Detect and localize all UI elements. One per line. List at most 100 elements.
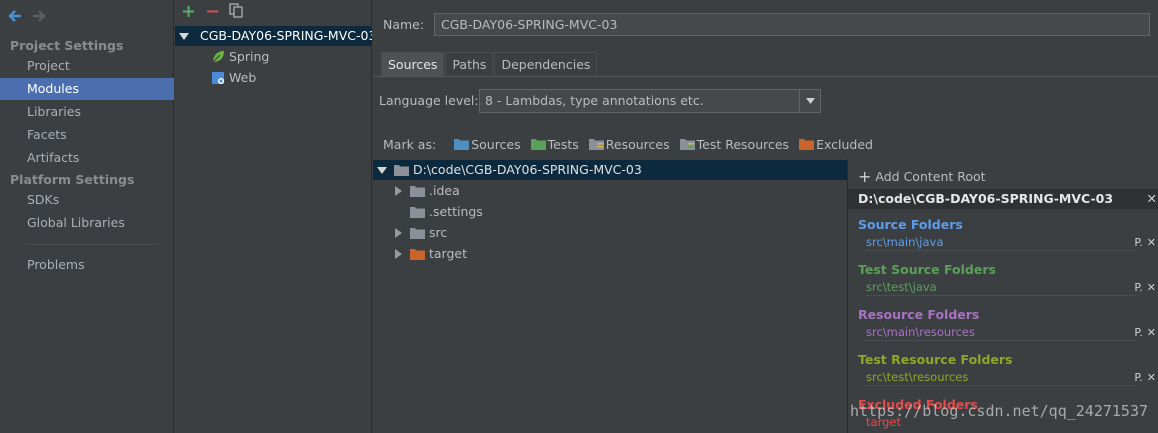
nav-item-global-libraries[interactable]: Global Libraries [0, 212, 174, 234]
collapse-triangle-icon[interactable] [395, 186, 402, 196]
test-resources-folder-icon [679, 139, 695, 150]
nav-divider [26, 244, 158, 245]
folder-icon [410, 207, 425, 218]
content-root-panel: + Add Content Root D:\code\CGB-DAY06-SPR… [847, 159, 1158, 433]
language-level-select[interactable]: 8 - Lambdas, type annotations etc. [479, 89, 821, 113]
edit-properties-icon[interactable]: P. [1134, 236, 1142, 249]
language-level-value: 8 - Lambdas, type annotations etc. [485, 93, 704, 108]
close-icon[interactable]: ✕ [1147, 189, 1157, 209]
arrow-left-icon[interactable] [8, 9, 22, 23]
source-folder-path[interactable]: src\main\java [866, 235, 1136, 251]
nav-item-facets[interactable]: Facets [0, 124, 174, 146]
platform-settings-heading: Platform Settings [10, 172, 135, 187]
expand-triangle-icon[interactable] [377, 166, 387, 174]
mark-excluded-button[interactable]: Excluded [799, 137, 873, 152]
spring-leaf-icon [212, 51, 224, 63]
collapse-triangle-icon[interactable] [395, 249, 402, 259]
expand-triangle-icon[interactable] [179, 32, 189, 40]
mark-as-bar: Mark as: Sources Tests Resources Test Re… [383, 135, 873, 153]
add-content-root-label: Add Content Root [875, 169, 986, 184]
arrow-right-icon[interactable] [32, 9, 46, 23]
source-folder-actions: P. ✕ [1134, 236, 1156, 249]
test-source-folder-actions: P. ✕ [1134, 281, 1156, 294]
test-resource-folders-heading: Test Resource Folders [858, 352, 1013, 367]
resource-folders-heading: Resource Folders [858, 307, 980, 322]
content-root-row[interactable]: D:\code\CGB-DAY06-SPRING-MVC-03 [373, 160, 847, 180]
close-icon[interactable]: ✕ [1147, 236, 1156, 249]
mark-resources-button[interactable]: Resources [588, 136, 670, 152]
content-root-label: D:\code\CGB-DAY06-SPRING-MVC-03 [413, 162, 642, 177]
tab-dependencies[interactable]: Dependencies [494, 52, 598, 76]
mark-test-resources-button[interactable]: Test Resources [679, 136, 790, 152]
sources-folder-icon [454, 139, 470, 150]
collapse-triangle-icon[interactable] [395, 228, 402, 238]
edit-properties-icon[interactable]: P. [1134, 281, 1142, 294]
tab-sources[interactable]: Sources [381, 52, 445, 76]
modules-pane: + − CGB-DAY06-SPRING-MVC-03 Spring Web [175, 0, 372, 433]
chevron-down-icon[interactable] [799, 90, 820, 112]
mark-tests-label: Tests [547, 136, 579, 152]
mark-tests-button[interactable]: Tests [530, 136, 579, 152]
minus-icon[interactable]: − [205, 3, 220, 21]
name-label: Name: [383, 17, 425, 32]
project-settings-heading: Project Settings [10, 38, 124, 53]
test-source-folder-path[interactable]: src\test\java [866, 280, 1136, 296]
excluded-folders-heading: Excluded Folders [858, 397, 978, 412]
test-resource-folder-path[interactable]: src\test\resources [866, 370, 1136, 386]
nav-item-libraries[interactable]: Libraries [0, 101, 174, 123]
tree-item-idea[interactable]: .idea [395, 181, 460, 201]
resource-folder-actions: P. ✕ [1134, 326, 1156, 339]
close-icon[interactable]: ✕ [1147, 371, 1156, 384]
folder-icon [394, 165, 409, 176]
facet-web-label: Web [229, 70, 257, 85]
tests-folder-icon [530, 139, 546, 150]
resource-folder-path[interactable]: src\main\resources [866, 325, 1136, 341]
content-root-path: D:\code\CGB-DAY06-SPRING-MVC-03 [858, 191, 1114, 206]
edit-properties-icon[interactable]: P. [1134, 371, 1142, 384]
nav-item-problems[interactable]: Problems [0, 254, 174, 276]
mark-sources-button[interactable]: Sources [454, 137, 521, 152]
close-icon[interactable]: ✕ [1147, 326, 1156, 339]
plus-icon[interactable]: + [181, 3, 196, 21]
excluded-folder-icon [799, 139, 815, 150]
source-folders-heading: Source Folders [858, 217, 963, 232]
test-source-folders-heading: Test Source Folders [858, 262, 996, 277]
tabs-divider [373, 76, 1158, 77]
folder-icon [410, 228, 425, 239]
tree-item-label: src [429, 225, 448, 240]
folder-icon [410, 186, 425, 197]
facet-web-row[interactable]: Web [211, 68, 256, 88]
tree-item-settings[interactable]: .settings [410, 202, 483, 222]
tree-item-label: .idea [429, 183, 460, 198]
nav-arrows [8, 6, 46, 26]
tree-item-target[interactable]: target [395, 244, 467, 264]
close-icon[interactable]: ✕ [1147, 281, 1156, 294]
excluded-folder-path[interactable]: target [866, 415, 1136, 431]
name-input[interactable]: CGB-DAY06-SPRING-MVC-03 [434, 13, 1150, 36]
mark-as-label: Mark as: [383, 136, 437, 152]
tab-paths[interactable]: Paths [445, 52, 494, 76]
nav-item-modules[interactable]: Modules [0, 78, 174, 100]
settings-nav: Project Settings Project Modules Librari… [0, 0, 174, 433]
mark-resources-label: Resources [605, 136, 670, 152]
language-level-label: Language level: [379, 93, 479, 108]
nav-item-project[interactable]: Project [0, 55, 174, 77]
copy-icon[interactable] [229, 3, 243, 21]
module-detail: Name: CGB-DAY06-SPRING-MVC-03 Sources Pa… [373, 0, 1158, 433]
test-resource-folder-actions: P. ✕ [1134, 371, 1156, 384]
modules-toolbar: + − [181, 3, 243, 21]
tree-item-src[interactable]: src [395, 223, 447, 243]
plus-icon: + [858, 167, 872, 186]
web-icon [212, 72, 224, 84]
add-content-root-button[interactable]: + Add Content Root [858, 167, 986, 186]
mark-excluded-label: Excluded [816, 136, 873, 152]
edit-properties-icon[interactable]: P. [1134, 326, 1142, 339]
tree-item-label: .settings [429, 204, 483, 219]
content-root-header: D:\code\CGB-DAY06-SPRING-MVC-03 ✕ [848, 189, 1158, 209]
mark-test-resources-label: Test Resources [696, 136, 790, 152]
module-root-row[interactable]: CGB-DAY06-SPRING-MVC-03 [175, 26, 372, 46]
facet-spring-row[interactable]: Spring [211, 47, 269, 67]
nav-item-artifacts[interactable]: Artifacts [0, 147, 174, 169]
nav-item-sdks[interactable]: SDKs [0, 189, 174, 211]
tree-item-label: target [429, 246, 468, 261]
